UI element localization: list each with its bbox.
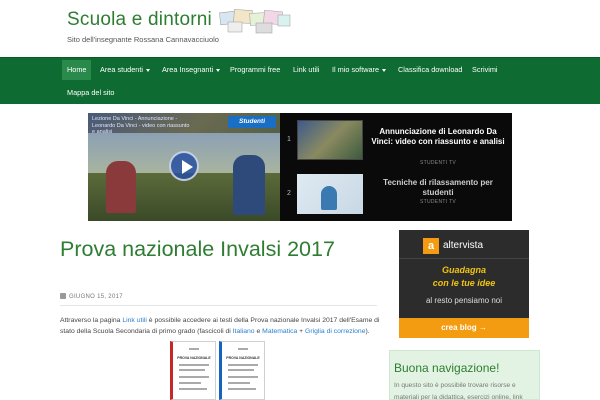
nav-item-mappa-del-sito[interactable]: Mappa del sito bbox=[62, 83, 119, 103]
nav-label: Mappa del sito bbox=[67, 88, 115, 97]
play-icon[interactable] bbox=[169, 151, 199, 181]
link-utili-link[interactable]: Link utili bbox=[122, 317, 147, 324]
document-preview-italiano[interactable]: PROVA NAZIONALE bbox=[170, 341, 216, 400]
nav-item-classifica-download[interactable]: Classifica download bbox=[393, 60, 468, 80]
altervista-logo-icon: a bbox=[423, 238, 439, 254]
video-thumbnail-figure bbox=[233, 155, 265, 215]
crea-blog-button[interactable]: crea blog → bbox=[399, 318, 529, 338]
playlist-item[interactable]: 1 Annunciazione di Leonardo Da Vinci: vi… bbox=[280, 113, 512, 167]
document-preview-matematica[interactable]: PROVA NAZIONALE bbox=[219, 341, 265, 400]
document-line bbox=[228, 376, 258, 378]
document-line bbox=[179, 369, 205, 371]
post-body: Attraverso la pagina Link utili è possib… bbox=[60, 315, 380, 337]
studenti-badge: Studenti bbox=[228, 116, 276, 128]
playlist-item-title: Tecniche di rilassamento per studenti bbox=[383, 178, 493, 197]
document-line bbox=[179, 388, 207, 390]
document-heading: PROVA NAZIONALE bbox=[177, 356, 211, 360]
post-text: Attraverso la pagina bbox=[60, 317, 123, 324]
main-nav: Home Area studenti Area Insegnanti Progr… bbox=[0, 57, 600, 104]
nav-item-il-mio-software[interactable]: Il mio software bbox=[327, 60, 391, 80]
ad-divider bbox=[399, 258, 529, 259]
calendar-icon bbox=[60, 293, 66, 299]
caret-down-icon bbox=[216, 68, 221, 72]
document-previews: PROVA NAZIONALE PROVA NAZIONALE bbox=[170, 341, 266, 400]
nav-item-area-insegnanti[interactable]: Area Insegnanti bbox=[157, 60, 225, 80]
nav-item-scrivimi[interactable]: Scrivimi bbox=[467, 60, 503, 80]
post-date-text: GIUGNO 15, 2017 bbox=[69, 294, 123, 300]
site-header: Scuola e dintorni Sito dell'insegnante R… bbox=[0, 0, 600, 57]
document-heading: PROVA NAZIONALE bbox=[226, 356, 260, 360]
document-line bbox=[179, 364, 209, 366]
nav-label: Area Insegnanti bbox=[162, 65, 214, 74]
ad-brand: altervista bbox=[443, 240, 484, 251]
document-line bbox=[228, 382, 250, 384]
nav-item-area-studenti[interactable]: Area studenti bbox=[95, 60, 155, 80]
video-title-overlay: Lezione Da Vinci - Annunciazione - Leona… bbox=[92, 116, 190, 135]
playlist-item[interactable]: 2 Tecniche di rilassamento per studenti … bbox=[280, 167, 512, 221]
widget-title: Buona navigazione! bbox=[394, 361, 500, 375]
nav-item-link-utili[interactable]: Link utili bbox=[288, 60, 324, 80]
nav-label: Scrivimi bbox=[472, 65, 498, 74]
document-line bbox=[238, 348, 248, 350]
video-thumbnail-figure bbox=[106, 161, 136, 213]
logo-collage-icon bbox=[219, 9, 291, 34]
nav-label: Classifica download bbox=[398, 65, 463, 74]
document-line bbox=[228, 364, 258, 366]
document-line bbox=[179, 376, 209, 378]
playlist-item-number: 2 bbox=[287, 190, 291, 197]
post-text: ). bbox=[365, 328, 370, 335]
site-title[interactable]: Scuola e dintorni bbox=[67, 9, 212, 31]
altervista-ad[interactable]: a altervista Guadagna con le tue idee al… bbox=[399, 230, 529, 338]
playlist-thumbnail-person bbox=[321, 186, 337, 210]
nav-label: Area studenti bbox=[100, 65, 143, 74]
post-divider bbox=[60, 305, 377, 306]
widget-body: In questo sito è possibile trovare risor… bbox=[394, 382, 523, 400]
post-text: + bbox=[297, 328, 306, 335]
nav-item-home[interactable]: Home bbox=[62, 60, 92, 80]
post-title[interactable]: Prova nazionale Invalsi 2017 bbox=[60, 237, 380, 262]
document-line bbox=[189, 348, 199, 350]
ad-text: al resto pensiamo noi bbox=[425, 296, 503, 305]
nav-label: Link utili bbox=[293, 65, 320, 74]
griglia-correzione-link[interactable]: Griglia di correzione bbox=[305, 328, 365, 335]
video-playlist-widget: Lezione Da Vinci - Annunciazione - Leona… bbox=[88, 113, 512, 221]
playlist-item-channel: STUDENTI TV bbox=[420, 160, 456, 166]
video-player[interactable]: Lezione Da Vinci - Annunciazione - Leona… bbox=[88, 113, 280, 221]
document-line bbox=[179, 382, 201, 384]
ad-slogan: Guadagna bbox=[441, 265, 486, 275]
playlist-item-channel: STUDENTI TV bbox=[420, 199, 456, 205]
video-playlist: 1 Annunciazione di Leonardo Da Vinci: vi… bbox=[280, 113, 512, 221]
nav-label: Programmi free bbox=[230, 65, 281, 74]
document-line bbox=[228, 369, 254, 371]
playlist-item-number: 1 bbox=[287, 136, 291, 143]
italiano-link[interactable]: Italiano bbox=[233, 328, 255, 335]
matematica-link[interactable]: Matematica bbox=[262, 328, 297, 335]
post-date: GIUGNO 15, 2017 bbox=[60, 293, 123, 300]
document-line bbox=[228, 388, 256, 390]
nav-label: Il mio software bbox=[332, 65, 380, 74]
caret-down-icon bbox=[146, 68, 150, 72]
ad-slogan: con le tue idee bbox=[432, 278, 496, 288]
playlist-item-title: Annunciazione di Leonardo Da Vinci: vide… bbox=[371, 127, 505, 146]
site-tagline: Sito dell'insegnante Rossana Cannavacciu… bbox=[67, 35, 219, 44]
playlist-thumbnail bbox=[297, 120, 363, 160]
nav-item-programmi-free[interactable]: Programmi free bbox=[225, 60, 285, 80]
caret-down-icon bbox=[382, 68, 387, 72]
nav-label: Home bbox=[67, 65, 87, 74]
playlist-thumbnail bbox=[297, 174, 363, 214]
welcome-widget: Buona navigazione! In questo sito è poss… bbox=[389, 350, 540, 400]
